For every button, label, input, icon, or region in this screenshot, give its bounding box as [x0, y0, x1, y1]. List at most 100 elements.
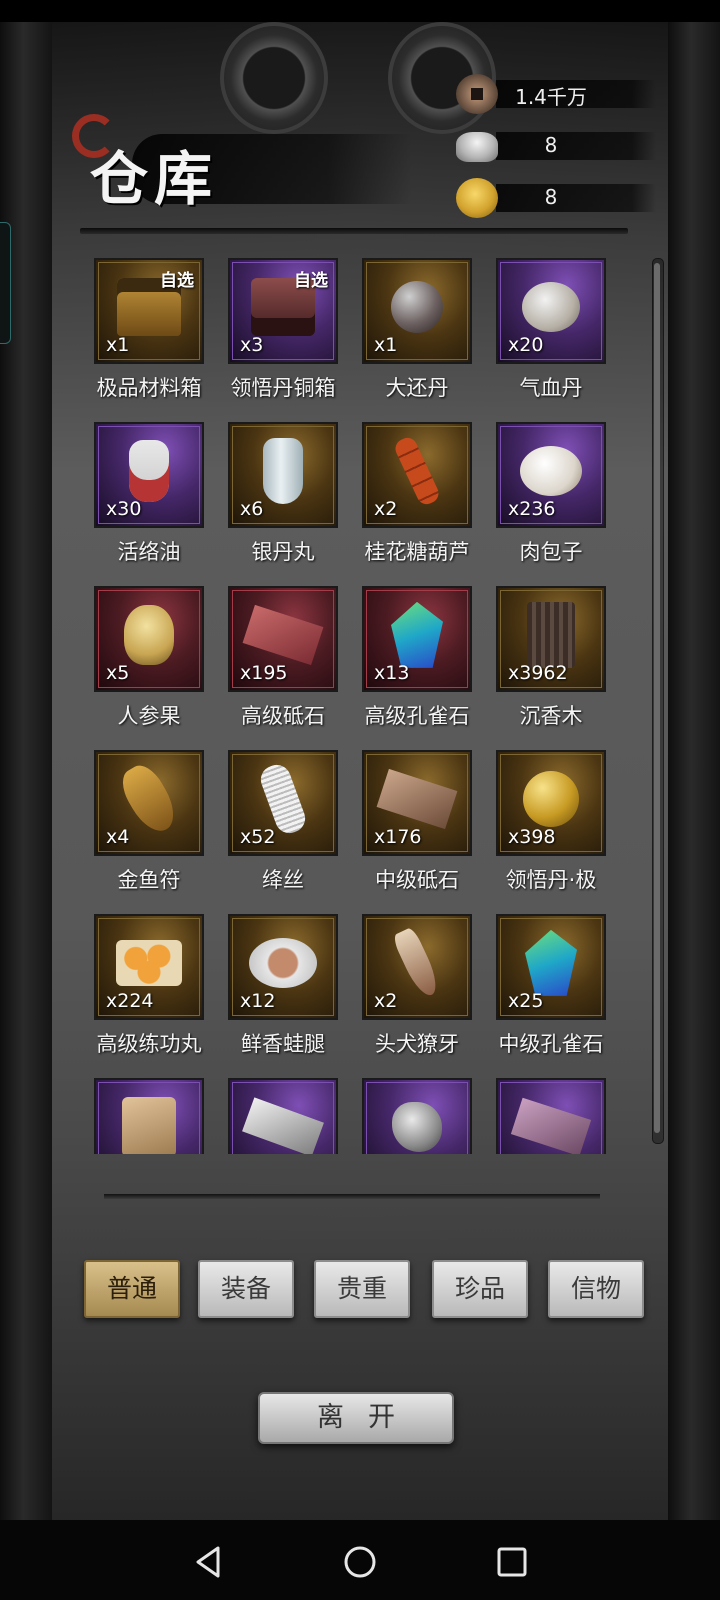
rock-icon	[392, 1101, 442, 1152]
tab-token[interactable]: 信物	[548, 1260, 644, 1318]
item-slot[interactable]: x5 人参果	[82, 586, 210, 746]
item-tile[interactable]	[94, 1078, 204, 1154]
item-name: 人参果	[117, 704, 181, 728]
item-slot[interactable]: x20 气血丹	[484, 258, 612, 418]
item-quantity: x2	[374, 498, 398, 520]
silver-bar-icon	[242, 1097, 324, 1154]
item-name: 绛丝	[262, 868, 304, 892]
item-slot[interactable]: x6 银丹丸	[216, 422, 344, 582]
item-slot[interactable]	[82, 1078, 210, 1154]
item-tile[interactable]: x20	[496, 258, 606, 364]
currency-value: 8	[544, 133, 558, 157]
item-tile[interactable]	[228, 1078, 338, 1154]
item-tile[interactable]: 自选 x3	[228, 258, 338, 364]
item-slot[interactable]: x12 鲜香蛙腿	[216, 914, 344, 1074]
item-slot[interactable]: x2 桂花糖葫芦	[350, 422, 478, 582]
item-slot[interactable]: x176 中级砥石	[350, 750, 478, 910]
item-tile[interactable]	[496, 1078, 606, 1154]
item-quantity: x176	[374, 826, 422, 848]
item-name: 活络油	[117, 540, 181, 564]
frog-legs-icon	[249, 937, 317, 988]
currency-value: 8	[544, 185, 558, 209]
item-slot[interactable]: x13 高级孔雀石	[350, 586, 478, 746]
warehouse-screen: 仓库 1.4千万 8 8 自选 x1 极品材料箱 自选 x3 领悟丹铜箱 x1 大还丹 x20 气…	[0, 22, 720, 1520]
item-quantity: x195	[240, 662, 288, 684]
tab-rare[interactable]: 珍品	[432, 1260, 528, 1318]
item-slot[interactable]: x52 绛丝	[216, 750, 344, 910]
steamed-bun-icon	[520, 445, 582, 496]
item-tile[interactable]: x3962	[496, 586, 606, 692]
divider	[104, 1194, 600, 1199]
item-tile[interactable]: x25	[496, 914, 606, 1020]
item-tile[interactable]: x5	[94, 586, 204, 692]
item-name: 沉香木	[519, 704, 583, 728]
item-slot[interactable]: 自选 x1 极品材料箱	[82, 258, 210, 418]
item-name: 领悟丹·极	[505, 868, 597, 892]
item-slot[interactable]: x236 肉包子	[484, 422, 612, 582]
item-tile[interactable]: x236	[496, 422, 606, 528]
item-tile[interactable]: x176	[362, 750, 472, 856]
optional-pick-badge: 自选	[160, 271, 194, 291]
item-quantity: x13	[374, 662, 410, 684]
item-slot[interactable]	[484, 1078, 612, 1154]
item-quantity: x3	[240, 334, 264, 356]
currency-copper: 1.4千万	[456, 74, 656, 114]
item-slot[interactable]: x3962 沉香木	[484, 586, 612, 746]
item-quantity: x236	[508, 498, 556, 520]
item-quantity: x25	[508, 990, 544, 1012]
item-quantity: x398	[508, 826, 556, 848]
item-tile[interactable]: x398	[496, 750, 606, 856]
right-pillar	[668, 22, 720, 1520]
token-icon	[122, 1096, 176, 1154]
page-title: 仓库	[90, 145, 219, 213]
scroll-thumb[interactable]	[654, 263, 660, 1133]
currency-gold: 8	[456, 178, 656, 218]
item-tile[interactable]: 自选 x1	[94, 258, 204, 364]
leave-button[interactable]: 离开	[258, 1392, 454, 1444]
item-slot[interactable]	[350, 1078, 478, 1154]
item-name: 高级孔雀石	[364, 704, 470, 728]
item-name: 金鱼符	[117, 868, 181, 892]
tab-equipment[interactable]: 装备	[198, 1260, 294, 1318]
item-slot[interactable]: x195 高级砥石	[216, 586, 344, 746]
recent-apps-icon[interactable]	[494, 1544, 530, 1580]
side-drawer-handle[interactable]	[0, 222, 11, 344]
item-tile[interactable]: x30	[94, 422, 204, 528]
title-banner: 仓库	[72, 114, 412, 224]
item-grid[interactable]: 自选 x1 极品材料箱 自选 x3 领悟丹铜箱 x1 大还丹 x20 气血丹 x30 活络油 x6 银丹丸…	[82, 258, 614, 1154]
item-tile[interactable]: x4	[94, 750, 204, 856]
item-tile[interactable]: x224	[94, 914, 204, 1020]
copper-coin-icon	[456, 74, 498, 114]
item-quantity: x12	[240, 990, 276, 1012]
item-name: 气血丹	[519, 376, 583, 400]
item-slot[interactable]: x2 头犬獠牙	[350, 914, 478, 1074]
item-tile[interactable]: x6	[228, 422, 338, 528]
item-grid-scrollbar[interactable]	[652, 258, 664, 1144]
item-slot[interactable]	[216, 1078, 344, 1154]
item-tile[interactable]: x2	[362, 422, 472, 528]
item-slot[interactable]: x4 金鱼符	[82, 750, 210, 910]
item-quantity: x2	[374, 990, 398, 1012]
tab-valuable[interactable]: 贵重	[314, 1260, 410, 1318]
item-slot[interactable]: x25 中级孔雀石	[484, 914, 612, 1074]
item-slot[interactable]: x398 领悟丹·极	[484, 750, 612, 910]
item-slot[interactable]: x30 活络油	[82, 422, 210, 582]
item-name: 中级砥石	[375, 868, 459, 892]
silver-ingot-icon	[456, 132, 498, 162]
item-tile[interactable]: x52	[228, 750, 338, 856]
item-tile[interactable]: x195	[228, 586, 338, 692]
item-slot[interactable]: x1 大还丹	[350, 258, 478, 418]
home-icon[interactable]	[342, 1544, 378, 1580]
tab-normal[interactable]: 普通	[84, 1260, 180, 1318]
item-slot[interactable]: x224 高级练功丸	[82, 914, 210, 1074]
back-icon[interactable]	[190, 1544, 226, 1580]
porcelain-vase-icon	[263, 437, 303, 504]
item-tile[interactable]: x12	[228, 914, 338, 1020]
item-tile[interactable]: x13	[362, 586, 472, 692]
item-slot[interactable]: 自选 x3 领悟丹铜箱	[216, 258, 344, 418]
item-tile[interactable]: x2	[362, 914, 472, 1020]
item-tile[interactable]: x1	[362, 258, 472, 364]
oil-bottle-icon	[129, 439, 169, 502]
pill-plate-icon	[522, 281, 580, 332]
item-tile[interactable]	[362, 1078, 472, 1154]
